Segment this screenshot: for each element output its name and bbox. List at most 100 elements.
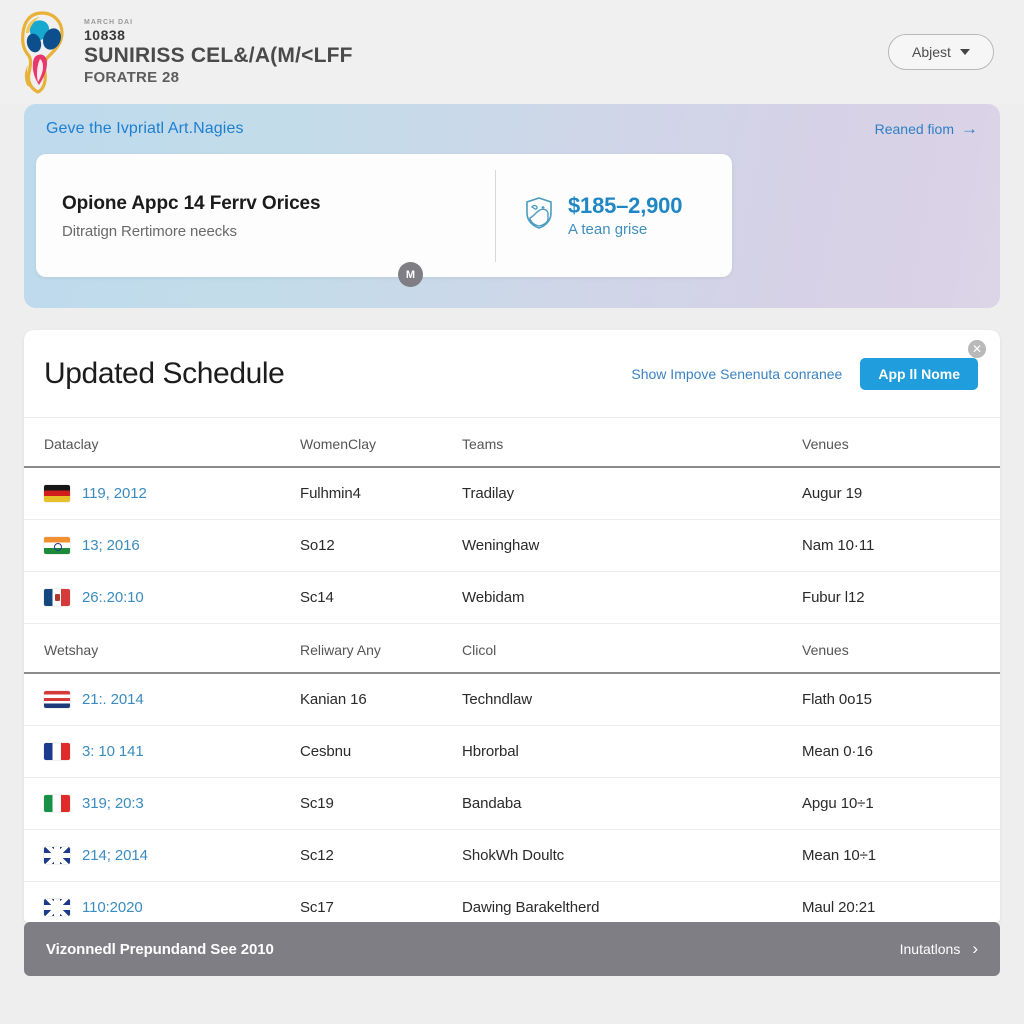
table-row[interactable]: 21:. 2014 Kanian 16 Techndlaw Flath 0o15 — [24, 673, 1000, 726]
cell-women: Kanian 16 — [280, 673, 442, 726]
table-header-row: Wetshay Reliwary Any Clicol Venues — [24, 624, 1000, 674]
cell-venue: Fubur l12 — [782, 571, 1000, 624]
table-row[interactable]: 214; 2014 Sc12 ShokWh Doultc Mean 10÷1 — [24, 829, 1000, 882]
brand-text-block: MARCH DAI 10838 SUNIRISS CEL&/A(M/<LFF F… — [84, 18, 888, 87]
chevron-down-icon — [959, 49, 970, 55]
table-row[interactable]: 3: 10 141 Cesbnu Hbrorbal Mean 0·16 — [24, 725, 1000, 778]
schedule-panel: Updated Schedule Show Impove Senenuta co… — [24, 330, 1000, 934]
column-header-venues-2[interactable]: Venues — [782, 624, 1000, 674]
cell-venue: Mean 10÷1 — [782, 829, 1000, 882]
flag-icon-de — [44, 485, 70, 502]
promo-price: $185–2,900 — [568, 193, 683, 218]
date-value: 119, 2012 — [82, 485, 147, 502]
cell-team: ShokWh Doultc — [442, 829, 782, 882]
cell-date: 21:. 2014 — [24, 673, 280, 726]
cell-women: Sc19 — [280, 777, 442, 830]
schedule-table-section-1: Dataclay WomenClay Teams Venues 119, 201… — [24, 418, 1000, 624]
footer-link[interactable]: Inutatlons › — [899, 939, 978, 958]
column-header-date-2[interactable]: Wetshay — [24, 624, 280, 674]
panel-header: Updated Schedule Show Impove Senenuta co… — [24, 330, 1000, 418]
date-value: 13; 2016 — [82, 537, 140, 554]
date-value: 21:. 2014 — [82, 691, 144, 708]
cell-date: 119, 2012 — [24, 467, 280, 520]
adjust-dropdown-button[interactable]: Abjest — [888, 34, 994, 70]
promo-card-heading: Opione Appc 14 Ferrv Orices — [62, 192, 321, 214]
column-header-clicol-2[interactable]: Clicol — [442, 624, 782, 674]
app-header: MARCH DAI 10838 SUNIRISS CEL&/A(M/<LFF F… — [0, 0, 1024, 104]
table-row[interactable]: 319; 20:3 Sc19 Bandaba Apgu 10÷1 — [24, 777, 1000, 830]
promo-price-block: $185–2,900 A tean grise — [496, 193, 732, 238]
apply-button[interactable]: App ll Nome — [860, 357, 978, 390]
footer-link-label: Inutatlons — [899, 941, 961, 957]
cell-women: Cesbnu — [280, 725, 442, 778]
cell-date: 214; 2014 — [24, 829, 280, 882]
show-more-link[interactable]: Show Impove Senenuta conranee — [631, 366, 842, 382]
cell-team: Techndlaw — [442, 673, 782, 726]
cell-women: Fulhmin4 — [280, 467, 442, 520]
cell-women: So12 — [280, 519, 442, 572]
column-header-relay-2[interactable]: Reliwary Any — [280, 624, 442, 674]
world-cup-trophy-logo-icon — [14, 9, 70, 95]
app-root: MARCH DAI 10838 SUNIRISS CEL&/A(M/<LFF F… — [0, 0, 1024, 1024]
cell-venue: Mean 0·16 — [782, 725, 1000, 778]
banner-top-row: Geve the Ivpriatl Art.Nagies Reaned fiom… — [24, 104, 1000, 138]
flag-icon-it — [44, 795, 70, 812]
page-title: SUNIRISS CEL&/A(M/<LFF — [84, 43, 353, 67]
cell-venue: Apgu 10÷1 — [782, 777, 1000, 830]
table-row[interactable]: 119, 2012 Fulhmin4 Tradilay Augur 19 — [24, 467, 1000, 520]
table-row[interactable]: 26:.20:10 Sc14 Webidam Fubur l12 — [24, 571, 1000, 624]
panel-title: Updated Schedule — [44, 356, 285, 390]
brand-tiny-label: MARCH DAI — [84, 18, 134, 26]
column-header-date[interactable]: Dataclay — [24, 418, 280, 468]
promo-banner: Geve the Ivpriatl Art.Nagies Reaned fiom… — [24, 104, 1000, 308]
promo-card-subheading: Ditratign Rertimore neecks — [62, 222, 237, 240]
date-value: 3: 10 141 — [82, 743, 144, 760]
cell-date: 13; 2016 — [24, 519, 280, 572]
shield-icon — [524, 196, 554, 235]
footer-text: Vizonnedl Prepundand See 2010 — [46, 940, 274, 958]
cell-team: Webidam — [442, 571, 782, 624]
promo-card: Opione Appc 14 Ferrv Orices Ditratign Re… — [36, 154, 732, 277]
table-row[interactable]: 13; 2016 So12 Weninghaw Nam 10·11 — [24, 519, 1000, 572]
card-handle-badge[interactable]: M — [398, 262, 423, 287]
column-header-women[interactable]: WomenClay — [280, 418, 442, 468]
cell-team: Bandaba — [442, 777, 782, 830]
cell-team: Tradilay — [442, 467, 782, 520]
cell-team: Weninghaw — [442, 519, 782, 572]
cell-women: Sc14 — [280, 571, 442, 624]
cell-venue: Flath 0o15 — [782, 673, 1000, 726]
cell-date: 3: 10 141 — [24, 725, 280, 778]
banner-link-label: Reaned fiom — [874, 121, 954, 137]
date-value: 110:2020 — [82, 899, 143, 916]
table-header-row: Dataclay WomenClay Teams Venues — [24, 418, 1000, 468]
flag-icon-mx — [44, 589, 70, 606]
adjust-button-label: Abjest — [912, 44, 951, 60]
cell-team: Hbrorbal — [442, 725, 782, 778]
cell-date: 319; 20:3 — [24, 777, 280, 830]
flag-icon-fr — [44, 743, 70, 760]
cell-women: Sc12 — [280, 829, 442, 882]
date-value: 319; 20:3 — [82, 795, 144, 812]
arrow-right-icon: → — [961, 119, 978, 138]
cell-venue: Nam 10·11 — [782, 519, 1000, 572]
cell-date: 26:.20:10 — [24, 571, 280, 624]
schedule-table-section-2: Wetshay Reliwary Any Clicol Venues 21:. … — [24, 624, 1000, 934]
chevron-right-icon: › — [972, 939, 978, 958]
banner-title: Geve the Ivpriatl Art.Nagies — [46, 120, 244, 137]
footer-bar: Vizonnedl Prepundand See 2010 Inutatlons… — [24, 922, 1000, 976]
flag-icon-in — [44, 537, 70, 554]
flag-icon-gb — [44, 899, 70, 916]
cell-venue: Augur 19 — [782, 467, 1000, 520]
flag-icon-nl — [44, 691, 70, 708]
page-subtitle: FORATRE 28 — [84, 68, 180, 86]
flag-icon-gb — [44, 847, 70, 864]
column-header-teams[interactable]: Teams — [442, 418, 782, 468]
promo-price-label: A tean grise — [568, 221, 648, 238]
date-value: 214; 2014 — [82, 847, 148, 864]
date-value: 26:.20:10 — [82, 589, 144, 606]
close-icon[interactable]: ✕ — [968, 340, 986, 358]
column-header-venues[interactable]: Venues — [782, 418, 1000, 468]
promo-card-text: Opione Appc 14 Ferrv Orices Ditratign Re… — [36, 192, 495, 240]
brand-number: 10838 — [84, 26, 126, 43]
banner-link[interactable]: Reaned fiom → — [874, 119, 978, 138]
